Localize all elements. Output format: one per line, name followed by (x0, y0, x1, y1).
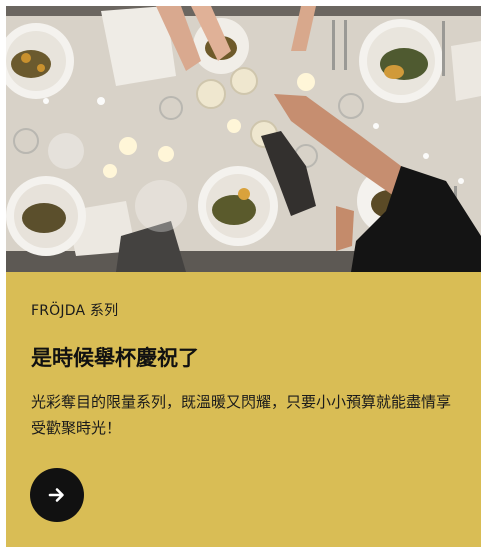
promo-image[interactable] (6, 6, 481, 272)
collection-label: FRÖJDA 系列 (31, 303, 119, 319)
dinner-party-photo (6, 6, 481, 272)
promo-arrow-button[interactable] (30, 468, 84, 522)
promo-headline: 是時候舉杯慶祝了 (31, 346, 199, 370)
promo-card[interactable]: FRÖJDA 系列 是時候舉杯慶祝了 光彩奪目的限量系列，既溫暖又閃耀，只要小小… (6, 6, 481, 547)
arrow-right-icon (48, 488, 64, 502)
promo-description: 光彩奪目的限量系列，既溫暖又閃耀，只要小小預算就能盡情享受歡聚時光！ (31, 393, 452, 437)
promo-text-panel: FRÖJDA 系列 是時候舉杯慶祝了 光彩奪目的限量系列，既溫暖又閃耀，只要小小… (6, 272, 481, 547)
